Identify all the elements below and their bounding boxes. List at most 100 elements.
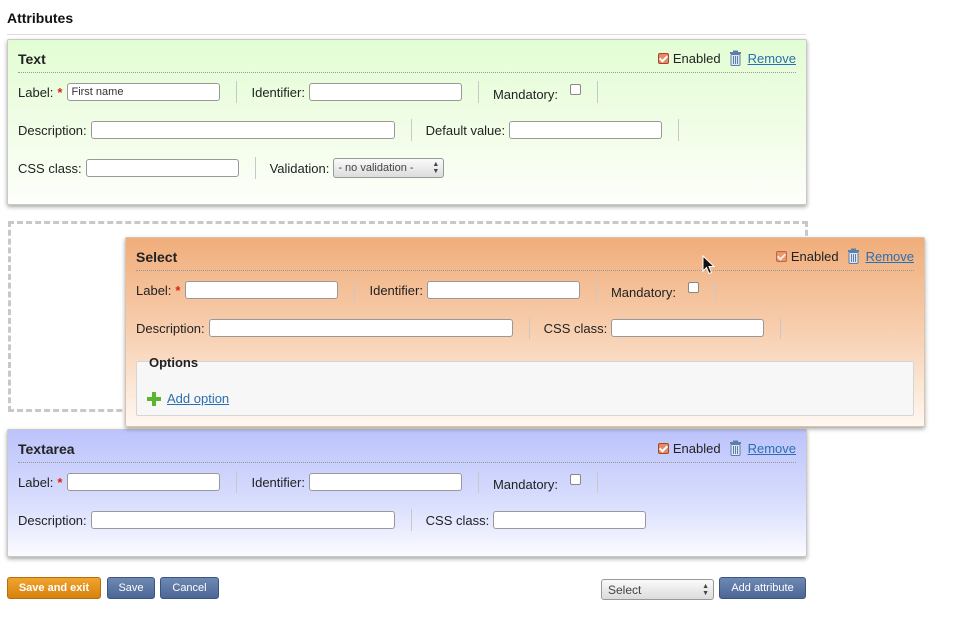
field-separator: [678, 119, 680, 141]
enabled-label: Enabled: [672, 50, 721, 66]
panel-tools: Enabled Remove: [657, 440, 796, 456]
field-separator: [715, 279, 717, 301]
field-separator: [780, 317, 782, 339]
label-input[interactable]: [185, 281, 339, 299]
heading-divider: [7, 34, 806, 35]
panel-divider: [136, 270, 914, 271]
add-attribute-button[interactable]: Add attribute: [719, 577, 806, 599]
field-separator: [410, 119, 412, 141]
identifier-label: Identifier:: [369, 282, 423, 298]
panel-tools: Enabled Remove: [775, 248, 914, 264]
select-row-2: Description: CSS class:: [136, 317, 795, 339]
description-label: Description:: [136, 320, 205, 336]
field-separator: [236, 471, 238, 493]
css-class-input[interactable]: [85, 159, 239, 177]
textarea-row-2: Description: CSS class:: [18, 509, 647, 531]
enabled-checkbox[interactable]: [657, 442, 669, 454]
css-class-label: CSS class:: [543, 320, 608, 336]
mandatory-label: Mandatory:: [492, 86, 559, 102]
mandatory-checkbox[interactable]: [570, 83, 582, 95]
field-separator: [354, 279, 356, 301]
css-class-input[interactable]: [493, 511, 647, 529]
default-value-input[interactable]: [509, 121, 663, 139]
label-label: Label:: [18, 474, 54, 490]
options-legend: Options: [149, 355, 199, 370]
save-button[interactable]: Save: [107, 577, 155, 599]
enabled-label: Enabled: [672, 440, 721, 456]
field-separator: [477, 471, 479, 493]
trash-icon[interactable]: [847, 248, 860, 264]
attribute-type-select[interactable]: Select ▲ ▼: [601, 579, 714, 600]
css-class-label: CSS class:: [425, 512, 490, 528]
panel-title[interactable]: Select: [136, 249, 177, 265]
required-marker: *: [57, 84, 63, 100]
css-class-input[interactable]: [611, 319, 765, 337]
text-row-3: CSS class: Validation: - no validation -…: [18, 157, 445, 179]
field-separator: [410, 509, 412, 531]
field-separator: [597, 81, 599, 103]
field-separator: [528, 317, 530, 339]
page-heading: Attributes: [7, 10, 74, 26]
description-input[interactable]: [208, 319, 513, 337]
description-label: Description:: [18, 122, 87, 138]
validation-select[interactable]: - no validation - ▲ ▼: [333, 158, 445, 178]
css-class-label: CSS class:: [18, 160, 82, 176]
validation-select-value: - no validation -: [338, 162, 414, 174]
select-arrows-icon: ▲ ▼: [432, 161, 440, 175]
field-separator: [595, 279, 597, 301]
text-row-1: Label: * Identifier: Mandatory:: [18, 81, 612, 103]
field-separator: [477, 81, 479, 103]
enabled-checkbox[interactable]: [657, 52, 669, 64]
identifier-input[interactable]: [308, 473, 462, 491]
identifier-label: Identifier:: [251, 474, 305, 490]
label-label: Label:: [136, 282, 172, 298]
field-separator: [254, 157, 256, 179]
mandatory-checkbox[interactable]: [570, 473, 582, 485]
add-option[interactable]: Add option: [147, 391, 229, 406]
required-marker: *: [175, 282, 181, 298]
add-option-link[interactable]: Add option: [167, 391, 229, 406]
label-input[interactable]: [67, 83, 221, 101]
text-attribute-panel: Text Enabled Remove Label: * Identifier:…: [7, 39, 807, 205]
options-fieldset: Options Add option: [136, 355, 914, 416]
label-label: Label:: [18, 84, 54, 100]
trash-icon[interactable]: [729, 440, 742, 456]
description-input[interactable]: [90, 511, 395, 529]
text-row-2: Description: Default value:: [18, 119, 693, 141]
identifier-input[interactable]: [308, 83, 462, 101]
enabled-label: Enabled: [790, 248, 839, 264]
mandatory-checkbox[interactable]: [688, 281, 700, 293]
mandatory-label: Mandatory:: [492, 476, 559, 492]
remove-link[interactable]: Remove: [748, 51, 796, 66]
panel-title[interactable]: Textarea: [18, 441, 75, 457]
identifier-label: Identifier:: [251, 84, 305, 100]
description-label: Description:: [18, 512, 87, 528]
select-attribute-panel[interactable]: Select Enabled Remove Label: * Identifie…: [125, 237, 925, 427]
validation-label: Validation:: [269, 160, 330, 176]
default-value-label: Default value:: [425, 122, 506, 138]
field-separator: [236, 81, 238, 103]
select-row-1: Label: * Identifier: Mandatory:: [136, 279, 730, 301]
panel-title[interactable]: Text: [18, 51, 46, 67]
panel-tools: Enabled Remove: [657, 50, 796, 66]
remove-link[interactable]: Remove: [866, 249, 914, 264]
cancel-button[interactable]: Cancel: [160, 577, 219, 599]
panel-divider: [18, 72, 796, 73]
textarea-attribute-panel: Textarea Enabled Remove Label: * Identif…: [7, 429, 807, 557]
mouse-cursor-icon: [702, 255, 716, 275]
identifier-input[interactable]: [426, 281, 580, 299]
field-separator: [597, 471, 599, 493]
label-input[interactable]: [67, 473, 221, 491]
mandatory-label: Mandatory:: [610, 284, 677, 300]
description-input[interactable]: [90, 121, 395, 139]
required-marker: *: [57, 474, 63, 490]
remove-link[interactable]: Remove: [748, 441, 796, 456]
trash-icon[interactable]: [729, 50, 742, 66]
plus-icon[interactable]: [147, 391, 161, 406]
enabled-checkbox[interactable]: [775, 250, 787, 262]
select-arrows-icon: ▲ ▼: [702, 583, 709, 597]
panel-divider: [18, 462, 796, 463]
textarea-row-1: Label: * Identifier: Mandatory:: [18, 471, 612, 493]
save-and-exit-button[interactable]: Save and exit: [7, 577, 101, 599]
attribute-type-value: Select: [608, 582, 642, 597]
